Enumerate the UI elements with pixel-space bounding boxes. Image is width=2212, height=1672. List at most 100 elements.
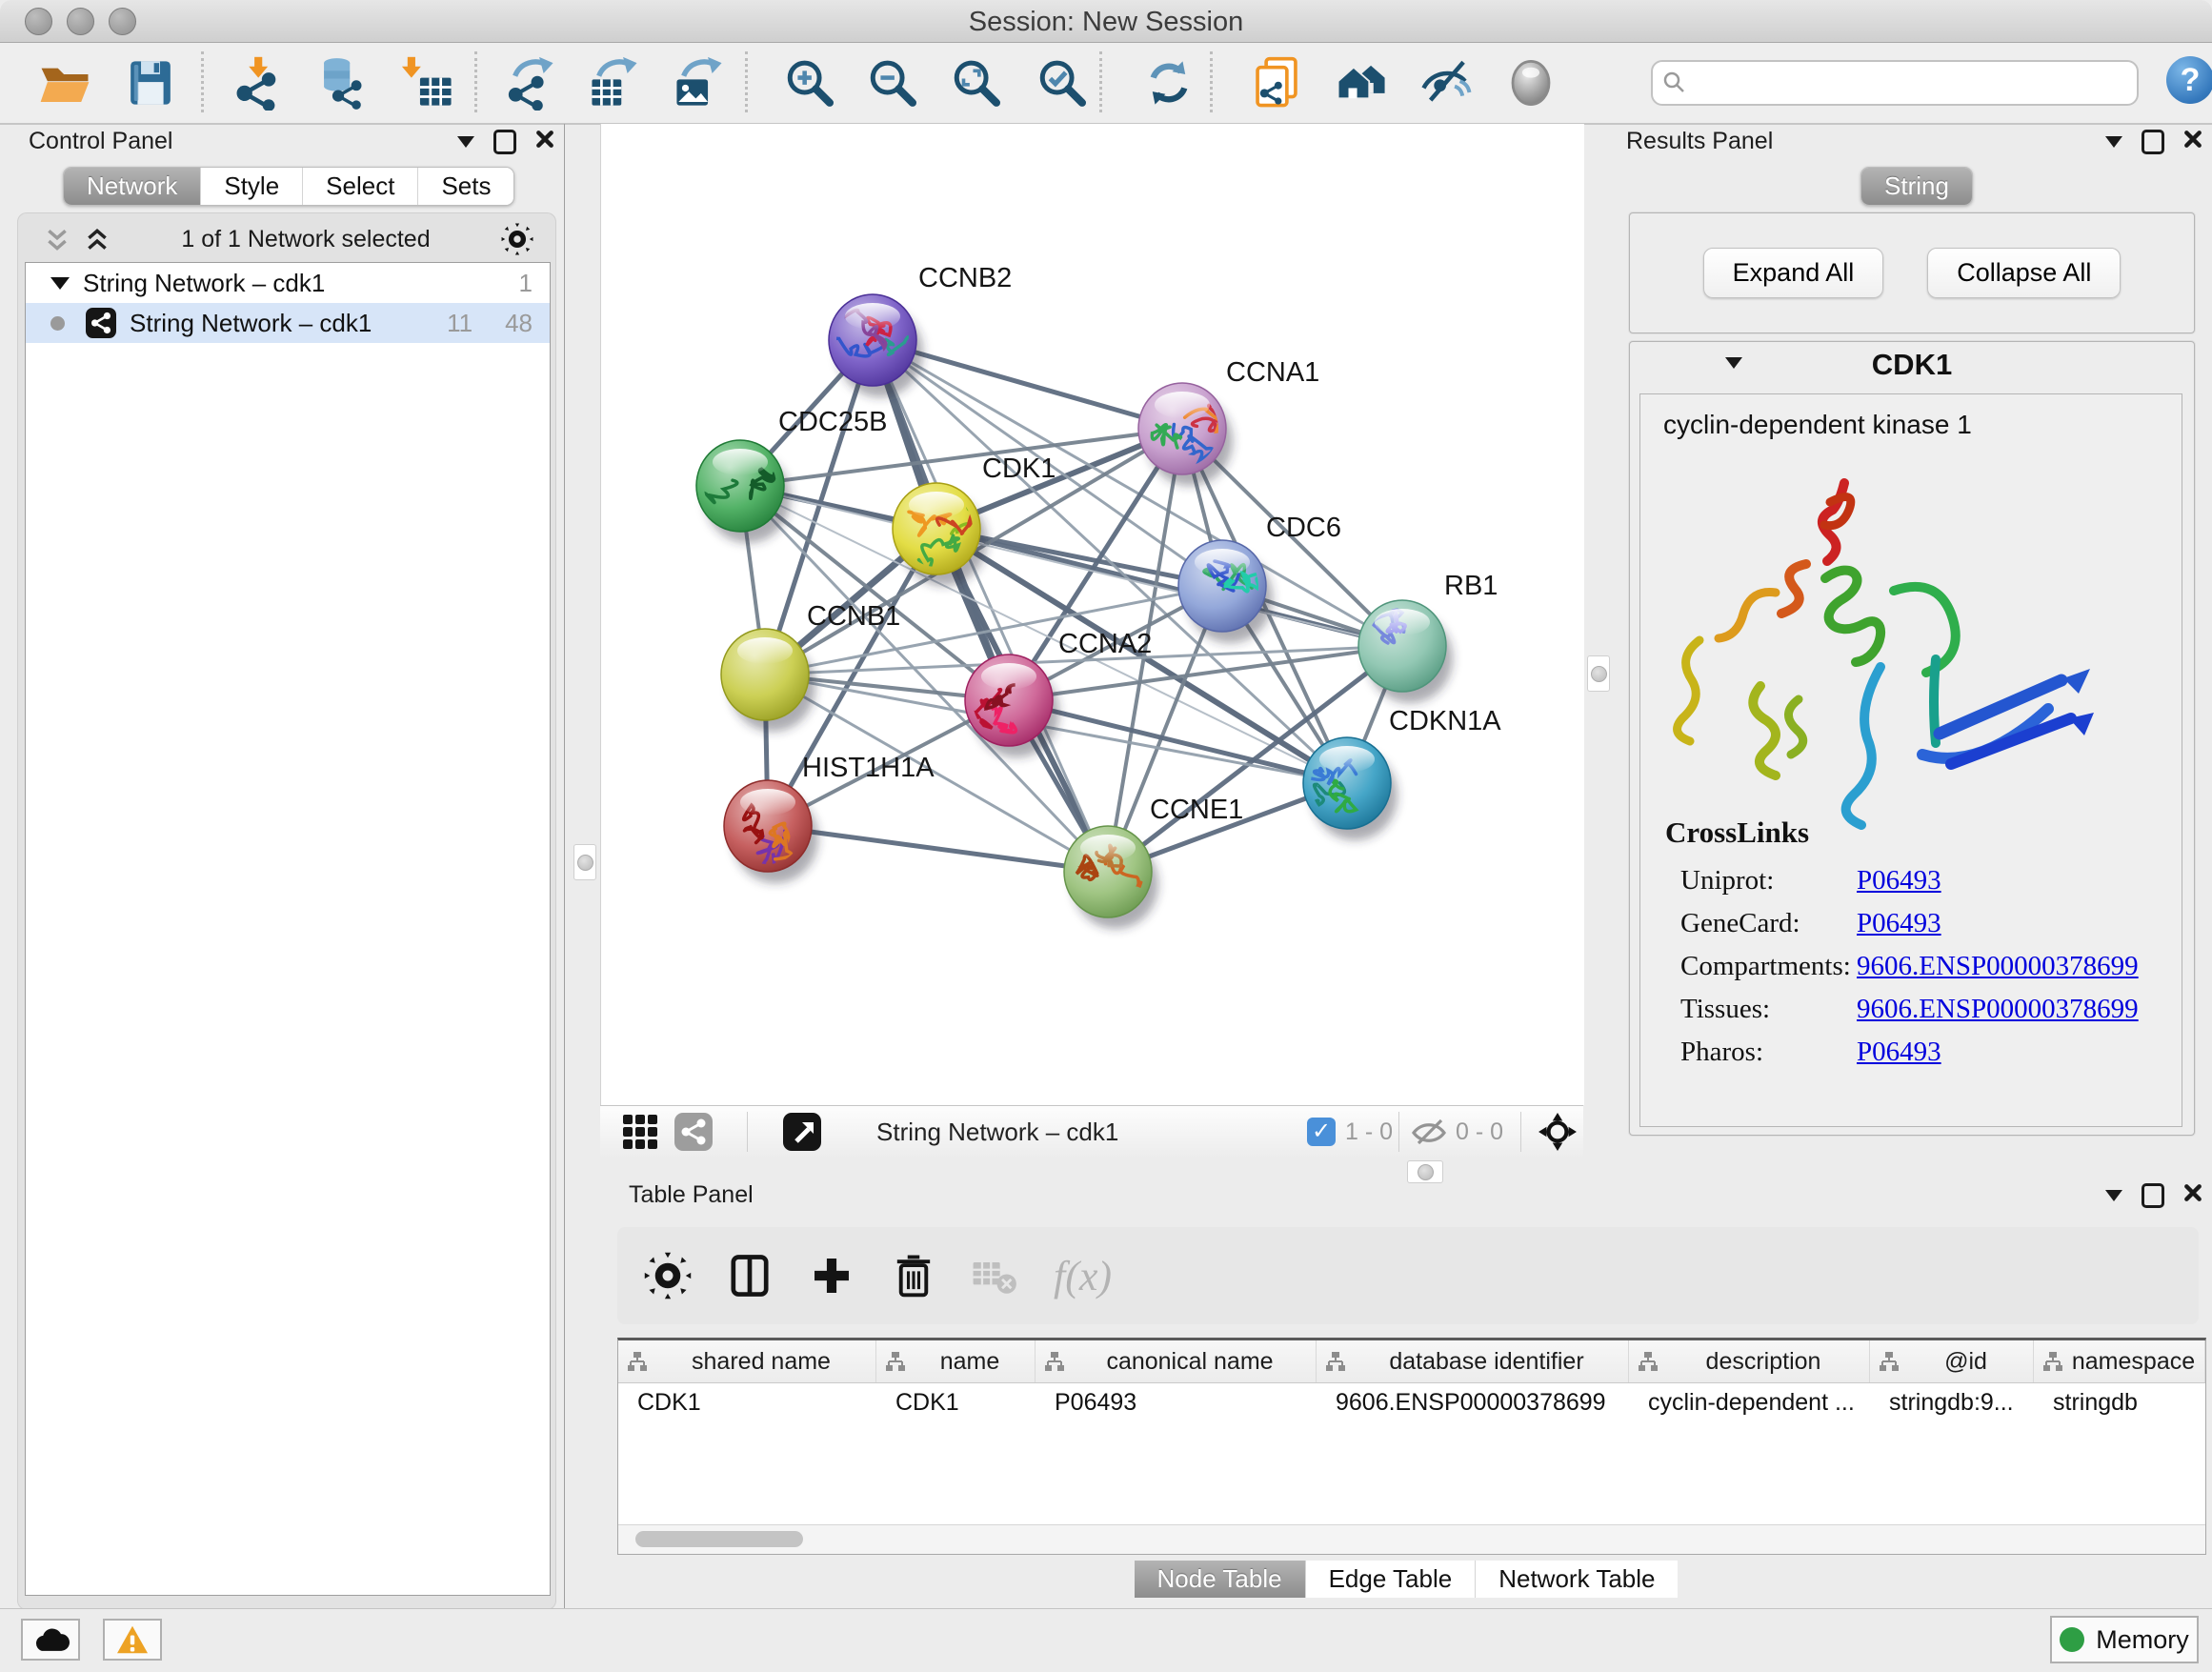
table-row[interactable]: CDK1CDK1P064939606.ENSP00000378699cyclin… [618, 1383, 2205, 1421]
table-cell[interactable]: stringdb [2034, 1383, 2205, 1421]
export-image-icon[interactable] [672, 55, 727, 111]
network-edge-count: 48 [505, 309, 533, 338]
scrollbar-thumb[interactable] [635, 1531, 803, 1547]
collapse-all-icon[interactable] [44, 227, 70, 252]
crosslink-link[interactable]: P06493 [1857, 1037, 1941, 1068]
node-label-RB1: RB1 [1444, 571, 1498, 601]
tab-network-table[interactable]: Network Table [1475, 1561, 1678, 1598]
fit-selected-crosshair-icon[interactable] [1538, 1112, 1578, 1152]
save-session-icon[interactable] [123, 55, 178, 111]
export-network-icon[interactable] [503, 55, 558, 111]
show-columns-icon[interactable] [726, 1252, 774, 1299]
import-network-database-icon[interactable] [315, 55, 371, 111]
zoom-in-icon[interactable] [783, 55, 838, 111]
toolbar-separator [1398, 1112, 1399, 1152]
delete-row-icon[interactable] [890, 1252, 937, 1299]
collapse-all-button[interactable]: Collapse All [1927, 248, 2121, 298]
zoom-selected-icon[interactable] [1036, 55, 1091, 111]
right-splitter-handle[interactable] [1587, 655, 1610, 692]
panel-float-icon[interactable] [493, 130, 516, 154]
open-session-icon[interactable] [37, 55, 92, 111]
column-header-@id[interactable]: @id [1870, 1340, 2034, 1382]
panel-close-icon[interactable] [2183, 128, 2202, 155]
node-CCNA1[interactable]: CCNA1 [1138, 357, 1319, 486]
panel-float-icon[interactable] [2142, 1183, 2164, 1208]
column-header-namespace[interactable]: namespace [2034, 1340, 2205, 1382]
table-cell[interactable]: P06493 [1036, 1383, 1317, 1421]
node-CDKN1A[interactable]: CDKN1A [1285, 706, 1502, 840]
import-table-file-icon[interactable] [401, 55, 456, 111]
network-canvas[interactable]: CCNB2 CCNA1 CDC25B CDK1 CDC6 RB1 CCNB1 C… [600, 124, 1584, 1105]
add-row-icon[interactable] [808, 1252, 855, 1299]
bottom-splitter-handle[interactable] [1407, 1160, 1443, 1183]
crosslink-link[interactable]: 9606.ENSP00000378699 [1857, 951, 2139, 982]
expand-all-button[interactable]: Expand All [1703, 248, 1884, 298]
birdseye-view-icon[interactable] [783, 1113, 821, 1151]
cloud-status-button[interactable] [21, 1619, 80, 1661]
export-table-icon[interactable] [587, 55, 642, 111]
zoom-out-icon[interactable] [866, 55, 921, 111]
column-header-database-identifier[interactable]: database identifier [1317, 1340, 1629, 1382]
panel-menu-icon[interactable] [457, 136, 474, 148]
hide-panels-icon[interactable] [1418, 55, 1474, 111]
memory-button[interactable]: Memory [2050, 1616, 2199, 1663]
tab-string[interactable]: String [1861, 168, 1972, 205]
horizontal-scrollbar[interactable] [618, 1524, 2205, 1554]
crosslink-link[interactable]: 9606.ENSP00000378699 [1857, 994, 2139, 1025]
show-panels-icon[interactable] [1503, 55, 1558, 111]
show-home-panels-icon[interactable] [1335, 55, 1390, 111]
window-title: Session: New Session [0, 7, 2212, 38]
left-splitter-handle[interactable] [573, 844, 596, 880]
clone-network-icon[interactable] [1249, 55, 1304, 111]
network-graph[interactable]: CCNB2 CCNA1 CDC25B CDK1 CDC6 RB1 CCNB1 C… [601, 124, 1584, 1105]
table-settings-icon[interactable] [644, 1252, 692, 1299]
table-cell[interactable]: 9606.ENSP00000378699 [1317, 1383, 1629, 1421]
help-button[interactable]: ? [2166, 56, 2212, 104]
edge-HIST1H1A-CCNE1[interactable] [768, 826, 1108, 872]
crosslink-link[interactable]: P06493 [1857, 908, 1941, 939]
edge-CCNB2-CCNE1[interactable] [873, 340, 1108, 872]
node-HIST1H1A[interactable]: HIST1H1A [724, 753, 935, 883]
column-header-canonical-name[interactable]: canonical name [1036, 1340, 1317, 1382]
column-header-shared-name[interactable]: shared name [618, 1340, 876, 1382]
tab-node-table[interactable]: Node Table [1135, 1561, 1305, 1598]
tab-select[interactable]: Select [302, 168, 417, 205]
column-header-description[interactable]: description [1629, 1340, 1870, 1382]
selected-checkbox-icon[interactable]: ✓ [1307, 1118, 1336, 1146]
table-cell[interactable]: cyclin-dependent ... [1629, 1383, 1870, 1421]
tab-edge-table[interactable]: Edge Table [1305, 1561, 1476, 1598]
grid-view-icon[interactable] [621, 1113, 659, 1151]
panel-menu-icon[interactable] [2105, 136, 2122, 148]
panel-close-icon[interactable] [2183, 1181, 2202, 1209]
column-header-name[interactable]: name [876, 1340, 1036, 1382]
results-entry-header[interactable]: CDK1 [1630, 342, 2194, 388]
table-cell[interactable]: CDK1 [876, 1383, 1036, 1421]
node-RB1[interactable]: RB1 [1358, 571, 1498, 703]
warning-status-button[interactable] [103, 1619, 162, 1661]
expand-all-icon[interactable] [84, 227, 111, 252]
tab-network[interactable]: Network [64, 168, 200, 205]
share-network-icon[interactable] [674, 1113, 713, 1151]
crosslink-link[interactable]: P06493 [1857, 865, 1941, 896]
panel-menu-icon[interactable] [2105, 1190, 2122, 1201]
search-input[interactable] [1697, 65, 2129, 99]
entry-collapse-icon[interactable] [1725, 357, 1742, 369]
panel-float-icon[interactable] [2142, 130, 2164, 154]
table-cell[interactable]: CDK1 [618, 1383, 876, 1421]
panel-close-icon[interactable] [535, 128, 554, 155]
node-CCNE1[interactable]: CCNE1 [1064, 795, 1243, 929]
network-list-options-gear-icon[interactable] [501, 223, 533, 255]
selected-count: 1 - 0 [1345, 1118, 1393, 1146]
node-CCNB2[interactable]: CCNB2 [825, 263, 1013, 397]
refresh-network-icon[interactable] [1141, 55, 1196, 111]
network-collection-count: 1 [519, 269, 550, 298]
network-collection-row[interactable]: String Network – cdk1 1 [26, 263, 550, 303]
table-cell[interactable]: stringdb:9... [1870, 1383, 2034, 1421]
tab-style[interactable]: Style [200, 168, 302, 205]
network-row[interactable]: String Network – cdk1 11 48 [26, 303, 550, 343]
hidden-eye-icon[interactable] [1410, 1113, 1448, 1151]
tree-expander-icon[interactable] [50, 277, 70, 290]
tab-sets[interactable]: Sets [417, 168, 513, 205]
import-network-file-icon[interactable] [232, 55, 288, 111]
zoom-fit-icon[interactable] [950, 55, 1005, 111]
